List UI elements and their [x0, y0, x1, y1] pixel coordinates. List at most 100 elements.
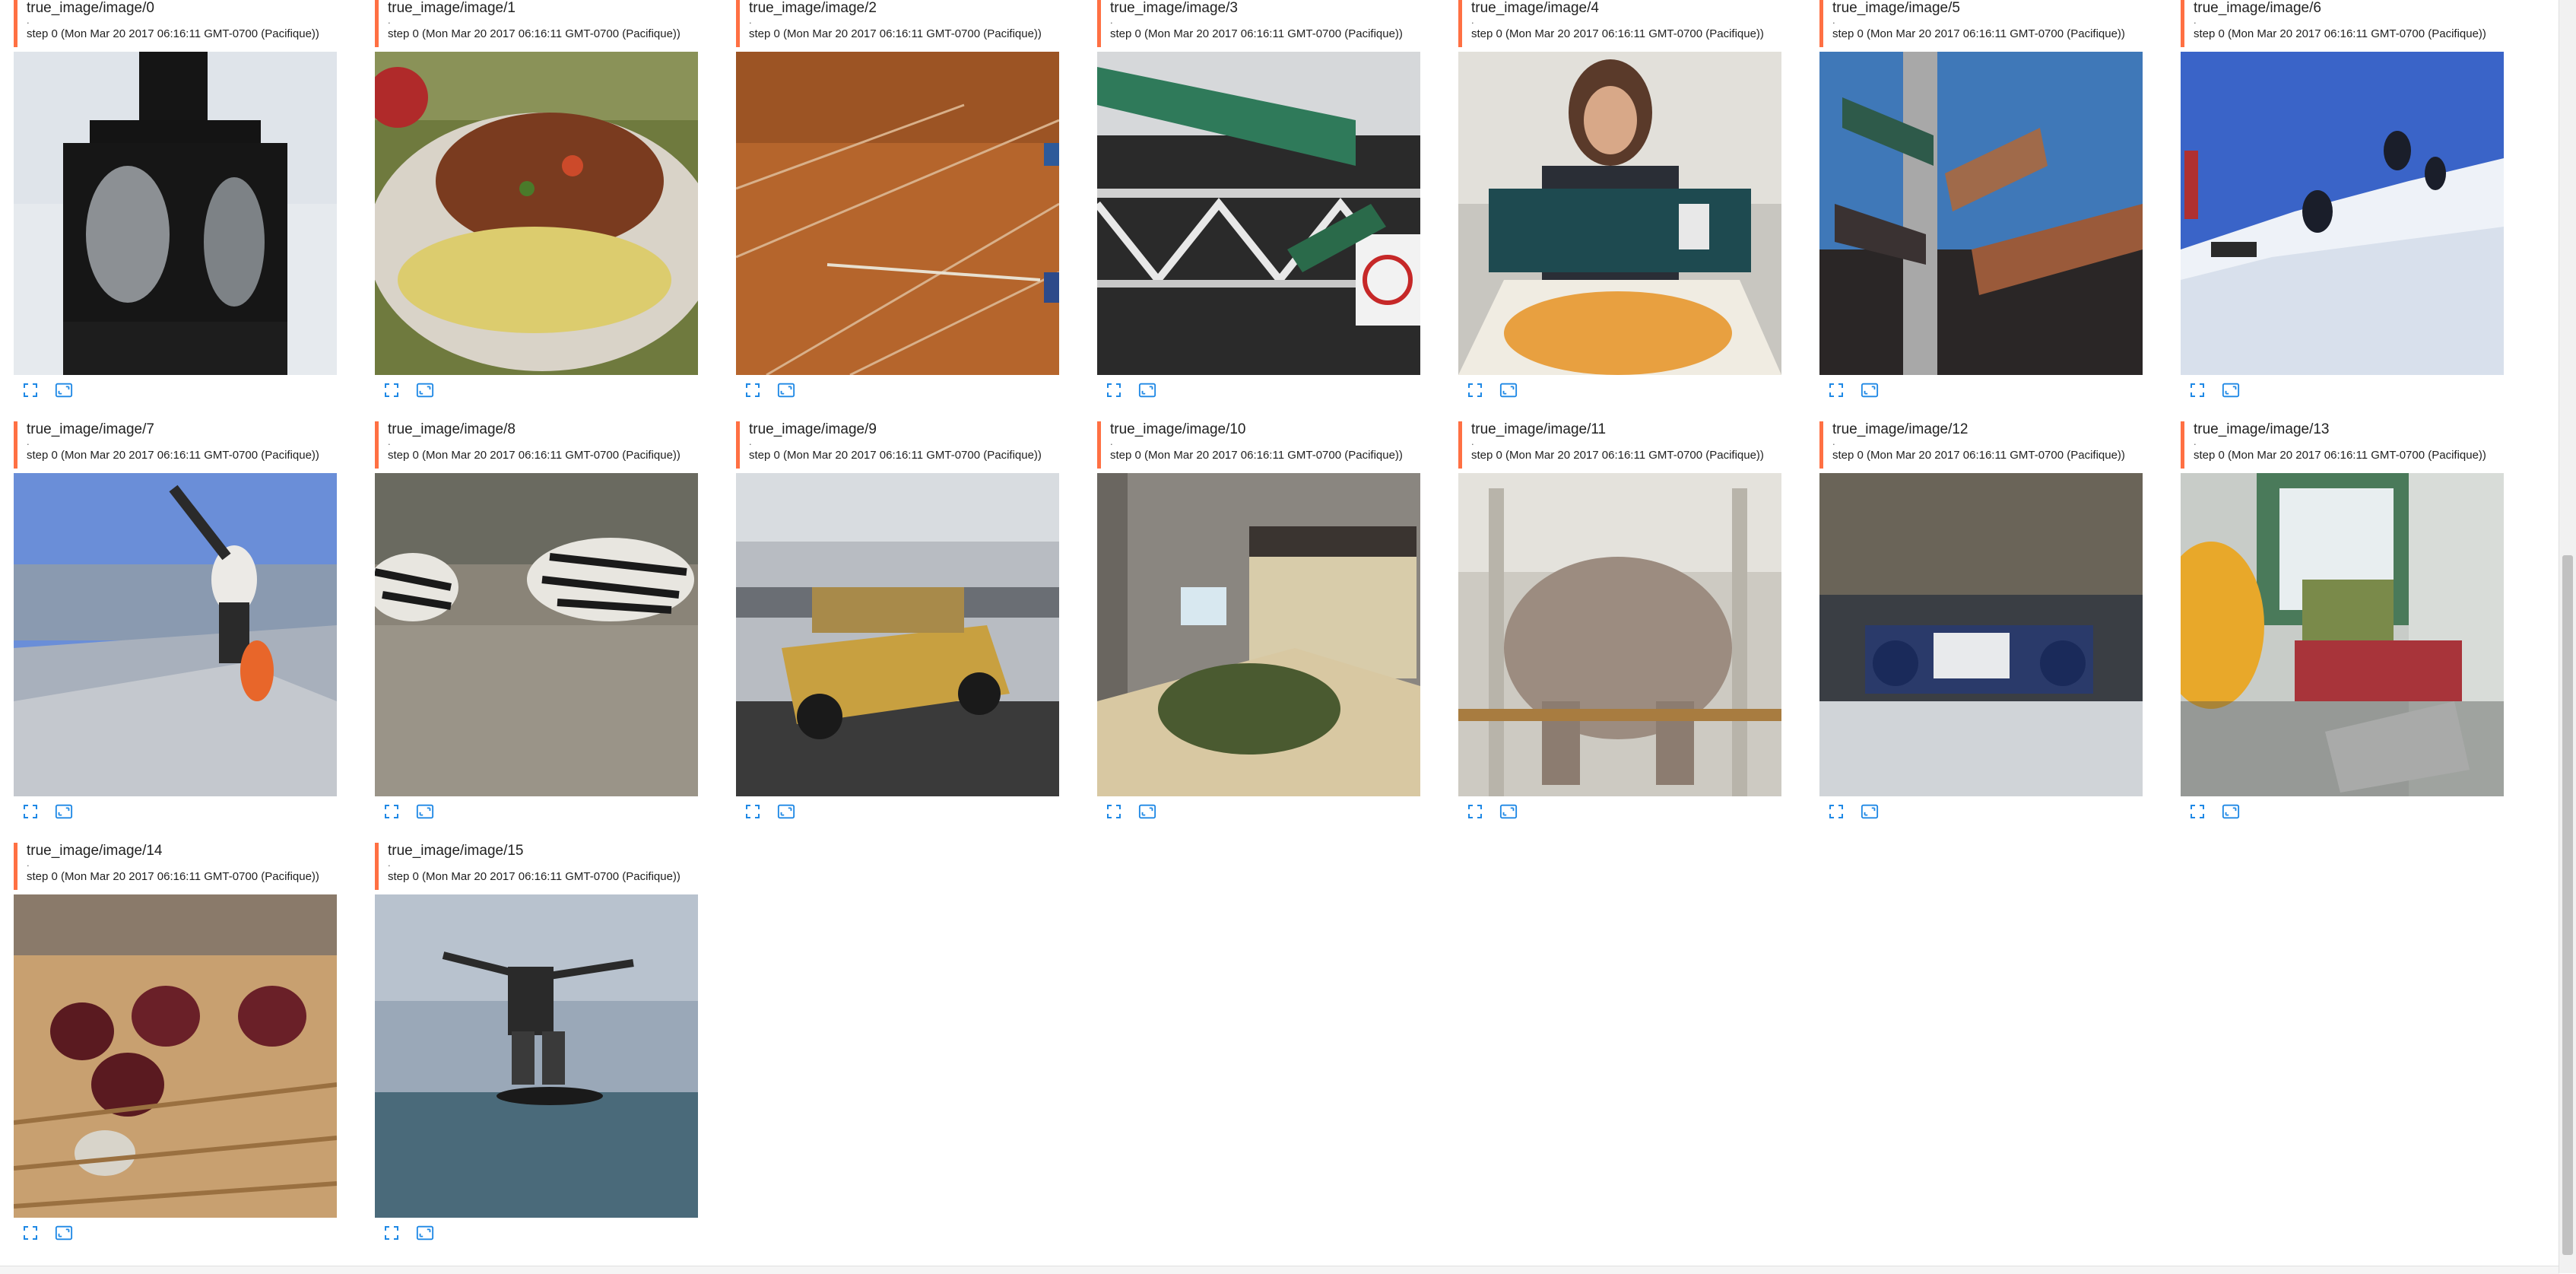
scrollbar-thumb[interactable] [2562, 555, 2573, 1255]
actual-size-icon[interactable] [777, 802, 795, 821]
card-step-label: step 0 (Mon Mar 20 2017 06:16:11 GMT-070… [1832, 449, 2125, 462]
card-header: true_image/image/9 . step 0 (Mon Mar 20 … [736, 421, 1059, 469]
card-step-label: step 0 (Mon Mar 20 2017 06:16:11 GMT-070… [27, 449, 319, 462]
card-step-label: step 0 (Mon Mar 20 2017 06:16:11 GMT-070… [1471, 27, 1764, 40]
card-header: true_image/image/7 . step 0 (Mon Mar 20 … [14, 421, 337, 469]
card-header: true_image/image/0 . step 0 (Mon Mar 20 … [14, 0, 337, 47]
fullscreen-icon[interactable] [1827, 802, 1845, 821]
card-title: true_image/image/11 [1471, 421, 1607, 437]
actual-size-icon[interactable] [1499, 381, 1518, 399]
card-actions [1097, 796, 1420, 827]
vertical-scrollbar[interactable] [2559, 0, 2576, 1273]
card-dot: . [388, 857, 391, 869]
card-image [1097, 52, 1420, 375]
image-card: true_image/image/15 . step 0 (Mon Mar 20… [375, 843, 698, 1264]
card-actions [375, 796, 698, 827]
card-image [736, 473, 1059, 796]
fullscreen-icon[interactable] [2188, 381, 2206, 399]
card-actions [1097, 375, 1420, 405]
image-card: true_image/image/14 . step 0 (Mon Mar 20… [14, 843, 337, 1264]
fullscreen-icon[interactable] [1466, 381, 1484, 399]
card-image [1819, 52, 2143, 375]
card-title: true_image/image/15 [388, 843, 524, 859]
card-header: true_image/image/5 . step 0 (Mon Mar 20 … [1819, 0, 2143, 47]
fullscreen-icon[interactable] [21, 802, 40, 821]
image-card: true_image/image/9 . step 0 (Mon Mar 20 … [736, 421, 1059, 843]
card-title: true_image/image/12 [1832, 421, 1968, 437]
card-step-label: step 0 (Mon Mar 20 2017 06:16:11 GMT-070… [1832, 27, 2125, 40]
fullscreen-icon[interactable] [1105, 381, 1123, 399]
card-header: true_image/image/15 . step 0 (Mon Mar 20… [375, 843, 698, 890]
card-dot: . [388, 14, 391, 26]
fullscreen-icon[interactable] [21, 381, 40, 399]
actual-size-icon[interactable] [1861, 381, 1879, 399]
actual-size-icon[interactable] [416, 802, 434, 821]
card-dot: . [1471, 436, 1474, 447]
card-dot: . [388, 436, 391, 447]
actual-size-icon[interactable] [1861, 802, 1879, 821]
card-dot: . [1471, 14, 1474, 26]
image-card: true_image/image/5 . step 0 (Mon Mar 20 … [1819, 0, 2143, 421]
fullscreen-icon[interactable] [382, 802, 401, 821]
actual-size-icon[interactable] [55, 381, 73, 399]
card-header: true_image/image/2 . step 0 (Mon Mar 20 … [736, 0, 1059, 47]
image-card: true_image/image/3 . step 0 (Mon Mar 20 … [1097, 0, 1420, 421]
card-actions [375, 1218, 698, 1248]
actual-size-icon[interactable] [1138, 802, 1156, 821]
card-header: true_image/image/12 . step 0 (Mon Mar 20… [1819, 421, 2143, 469]
card-actions [736, 375, 1059, 405]
card-dot: . [27, 857, 30, 869]
actual-size-icon[interactable] [416, 1224, 434, 1242]
card-image [736, 52, 1059, 375]
fullscreen-icon[interactable] [21, 1224, 40, 1242]
card-actions [736, 796, 1059, 827]
card-header: true_image/image/10 . step 0 (Mon Mar 20… [1097, 421, 1420, 469]
card-step-label: step 0 (Mon Mar 20 2017 06:16:11 GMT-070… [388, 870, 680, 883]
card-dot: . [2194, 436, 2197, 447]
actual-size-icon[interactable] [2222, 381, 2240, 399]
actual-size-icon[interactable] [416, 381, 434, 399]
fullscreen-icon[interactable] [382, 381, 401, 399]
card-title: true_image/image/0 [27, 0, 154, 16]
card-title: true_image/image/7 [27, 421, 154, 437]
image-card: true_image/image/1 . step 0 (Mon Mar 20 … [375, 0, 698, 421]
card-title: true_image/image/10 [1110, 421, 1246, 437]
actual-size-icon[interactable] [777, 381, 795, 399]
image-card: true_image/image/2 . step 0 (Mon Mar 20 … [736, 0, 1059, 421]
fullscreen-icon[interactable] [1105, 802, 1123, 821]
card-actions [1819, 796, 2143, 827]
card-step-label: step 0 (Mon Mar 20 2017 06:16:11 GMT-070… [2194, 449, 2486, 462]
card-actions [1458, 375, 1781, 405]
image-card: true_image/image/8 . step 0 (Mon Mar 20 … [375, 421, 698, 843]
image-card: true_image/image/11 . step 0 (Mon Mar 20… [1458, 421, 1781, 843]
card-dot: . [27, 436, 30, 447]
image-card: true_image/image/13 . step 0 (Mon Mar 20… [2181, 421, 2504, 843]
card-title: true_image/image/5 [1832, 0, 1960, 16]
card-image [1458, 473, 1781, 796]
card-step-label: step 0 (Mon Mar 20 2017 06:16:11 GMT-070… [749, 27, 1042, 40]
actual-size-icon[interactable] [1138, 381, 1156, 399]
card-title: true_image/image/13 [2194, 421, 2330, 437]
card-title: true_image/image/9 [749, 421, 877, 437]
fullscreen-icon[interactable] [2188, 802, 2206, 821]
fullscreen-icon[interactable] [744, 381, 762, 399]
actual-size-icon[interactable] [55, 802, 73, 821]
card-title: true_image/image/6 [2194, 0, 2321, 16]
card-actions [14, 1218, 337, 1248]
card-step-label: step 0 (Mon Mar 20 2017 06:16:11 GMT-070… [388, 449, 680, 462]
card-dot: . [1832, 14, 1835, 26]
card-image [375, 894, 698, 1218]
actual-size-icon[interactable] [1499, 802, 1518, 821]
fullscreen-icon[interactable] [382, 1224, 401, 1242]
card-title: true_image/image/2 [749, 0, 877, 16]
card-step-label: step 0 (Mon Mar 20 2017 06:16:11 GMT-070… [27, 27, 319, 40]
card-image [2181, 473, 2504, 796]
card-dot: . [1110, 436, 1113, 447]
actual-size-icon[interactable] [2222, 802, 2240, 821]
fullscreen-icon[interactable] [1827, 381, 1845, 399]
actual-size-icon[interactable] [55, 1224, 73, 1242]
image-card: true_image/image/12 . step 0 (Mon Mar 20… [1819, 421, 2143, 843]
fullscreen-icon[interactable] [1466, 802, 1484, 821]
image-card: true_image/image/4 . step 0 (Mon Mar 20 … [1458, 0, 1781, 421]
fullscreen-icon[interactable] [744, 802, 762, 821]
